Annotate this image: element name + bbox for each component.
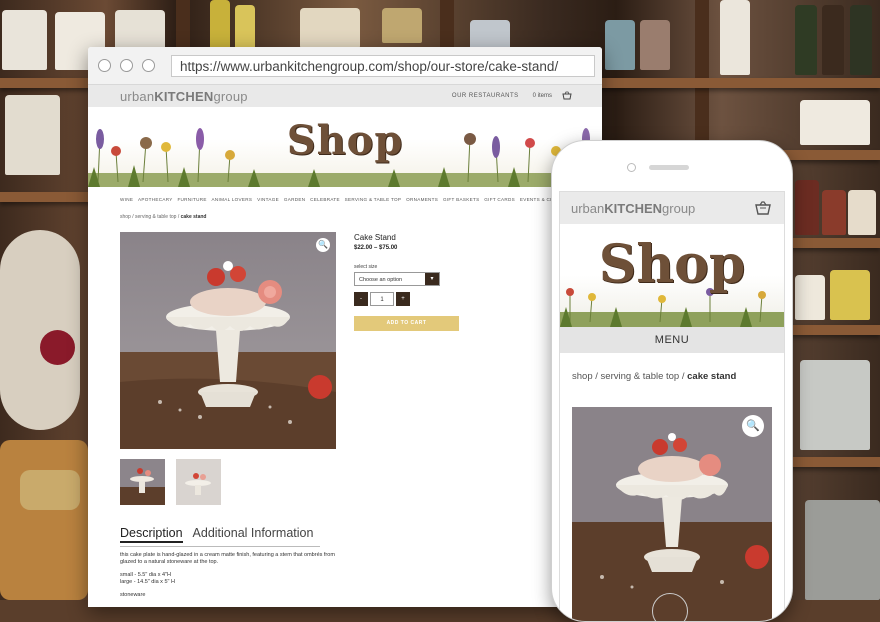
product-thumbnail-1[interactable] bbox=[120, 459, 165, 505]
chevron-down-icon: ▾ bbox=[425, 273, 439, 285]
product-section: 🔍 Cake Stand $22.00 – $75.00 select size… bbox=[88, 220, 602, 598]
cake-stand-photo bbox=[120, 232, 336, 449]
mobile-screen: urbanKITCHENgroup Shop MENU shop / servi… bbox=[559, 191, 785, 621]
cart-count[interactable]: 0 items bbox=[533, 93, 552, 99]
logo-text-post: group bbox=[662, 201, 696, 216]
description-text: this cake plate is hand-glazed in a crea… bbox=[120, 552, 335, 566]
desktop-browser-window: https://www.urbankitchengroup.com/shop/o… bbox=[88, 47, 602, 607]
shopping-bag-icon[interactable] bbox=[754, 200, 772, 221]
mobile-menu-button[interactable]: MENU bbox=[560, 327, 784, 353]
nav-serving-table-top[interactable]: SERVING & TABLE TOP bbox=[345, 197, 402, 202]
description-size-small: small - 5.5" dia x 4"H bbox=[120, 571, 171, 578]
cake-stand-photo bbox=[572, 407, 772, 621]
product-name: Cake Stand bbox=[354, 233, 396, 242]
mobile-site-logo[interactable]: urbanKITCHENgroup bbox=[571, 201, 695, 216]
qty-plus-button[interactable]: + bbox=[396, 292, 410, 306]
mobile-header: urbanKITCHENgroup bbox=[560, 192, 784, 224]
nav-gift-cards[interactable]: GIFT CARDS bbox=[484, 197, 515, 202]
nav-wine[interactable]: WINE bbox=[120, 197, 133, 202]
product-price: $22.00 – $75.00 bbox=[354, 245, 398, 251]
size-label: select size bbox=[354, 264, 378, 270]
nav-furniture[interactable]: FURNITURE bbox=[177, 197, 206, 202]
browser-chrome: https://www.urbankitchengroup.com/shop/o… bbox=[88, 47, 602, 85]
magnifier-icon[interactable]: 🔍 bbox=[316, 238, 330, 252]
nav-garden[interactable]: GARDEN bbox=[284, 197, 305, 202]
nav-apothecary[interactable]: APOTHECARY bbox=[138, 197, 173, 202]
breadcrumb-shop[interactable]: shop bbox=[572, 371, 593, 382]
logo-text-post: group bbox=[213, 88, 248, 104]
breadcrumb-category[interactable]: serving & table top bbox=[601, 371, 680, 382]
logo-text-pre: urban bbox=[571, 201, 605, 216]
nav-ornaments[interactable]: ORNAMENTS bbox=[406, 197, 438, 202]
qty-input[interactable]: 1 bbox=[370, 292, 394, 306]
phone-home-button[interactable] bbox=[652, 593, 688, 621]
product-main-image[interactable]: 🔍 bbox=[120, 232, 336, 449]
nav-vintage[interactable]: VINTAGE bbox=[257, 197, 279, 202]
breadcrumb-current: cake stand bbox=[687, 371, 737, 382]
nav-celebrate[interactable]: CELEBRATE bbox=[310, 197, 340, 202]
maximize-window-button[interactable] bbox=[142, 59, 155, 72]
tab-description[interactable]: Description bbox=[120, 526, 183, 543]
our-restaurants-link[interactable]: OUR RESTAURANTS bbox=[452, 93, 519, 99]
magnifier-icon[interactable]: 🔍 bbox=[742, 415, 764, 437]
speaker bbox=[649, 165, 689, 170]
logo-text-pre: urban bbox=[120, 88, 155, 104]
address-bar[interactable]: https://www.urbankitchengroup.com/shop/o… bbox=[171, 54, 595, 77]
product-description: this cake plate is hand-glazed in a crea… bbox=[120, 552, 350, 604]
tab-additional-information[interactable]: Additional Information bbox=[193, 526, 314, 543]
mobile-product-image[interactable]: 🔍 bbox=[572, 407, 772, 621]
mobile-banner-title: Shop bbox=[598, 234, 746, 295]
logo-text-brand: KITCHEN bbox=[604, 201, 663, 216]
nav-gift-baskets[interactable]: GIFT BASKETS bbox=[443, 197, 479, 202]
banner-title: Shop bbox=[286, 117, 404, 164]
description-material: stoneware bbox=[120, 591, 146, 598]
site-header: urbanKITCHENgroup OUR RESTAURANTS 0 item… bbox=[88, 85, 602, 107]
mobile-shop-banner: Shop bbox=[560, 224, 784, 327]
main-nav: WINE APOTHECARY FURNITURE ANIMAL LOVERS … bbox=[88, 187, 602, 211]
description-size-large: large - 14.5" dia x 5" H bbox=[120, 579, 175, 586]
mobile-phone-frame: urbanKITCHENgroup Shop MENU shop / servi… bbox=[551, 140, 793, 622]
close-window-button[interactable] bbox=[98, 59, 111, 72]
window-controls bbox=[98, 59, 155, 72]
add-to-cart-button[interactable]: ADD TO CART bbox=[354, 316, 459, 331]
size-select[interactable]: Choose an option ▾ bbox=[354, 272, 440, 286]
shopping-bag-icon[interactable] bbox=[562, 91, 572, 102]
minimize-window-button[interactable] bbox=[120, 59, 133, 72]
product-thumbnail-2[interactable] bbox=[176, 459, 221, 505]
product-info: Cake Stand $22.00 – $75.00 select size C… bbox=[354, 233, 459, 331]
breadcrumb-separator: / bbox=[679, 371, 688, 382]
breadcrumb-separator: / bbox=[592, 371, 601, 382]
size-select-value: Choose an option bbox=[359, 277, 403, 283]
product-tabs: Description Additional Information bbox=[120, 526, 313, 543]
nav-animal-lovers[interactable]: ANIMAL LOVERS bbox=[212, 197, 253, 202]
site-logo[interactable]: urbanKITCHENgroup bbox=[120, 89, 248, 104]
quantity-stepper: - 1 + bbox=[354, 292, 459, 306]
shop-banner: Shop bbox=[88, 107, 602, 187]
tabs-divider bbox=[120, 546, 320, 547]
logo-text-brand: KITCHEN bbox=[154, 88, 214, 104]
camera bbox=[627, 163, 636, 172]
qty-minus-button[interactable]: - bbox=[354, 292, 368, 306]
mobile-breadcrumb: shop / serving & table top / cake stand bbox=[572, 371, 784, 382]
header-links: OUR RESTAURANTS 0 items bbox=[452, 85, 572, 107]
